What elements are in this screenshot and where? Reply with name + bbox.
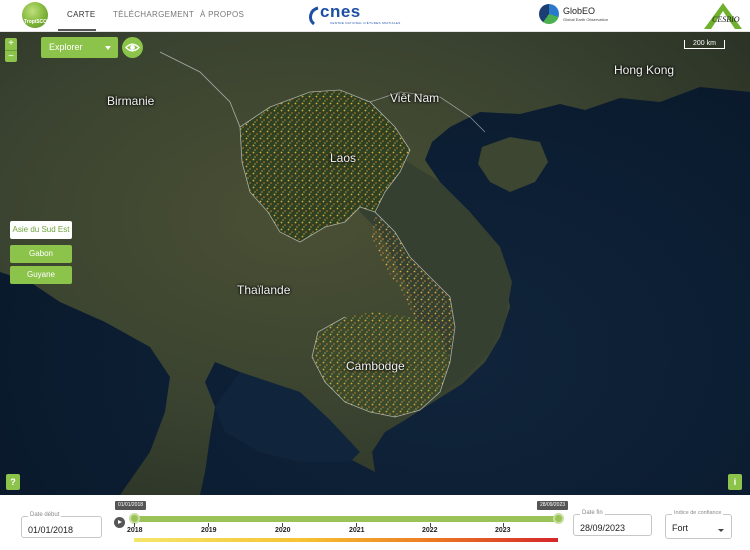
label-birmanie: Birmanie <box>107 94 155 108</box>
scale-bar: 200 km <box>684 40 725 49</box>
layer-select-value: Explorer <box>49 42 83 52</box>
zoom-control: + − <box>5 38 17 62</box>
globeo-globe-icon <box>539 4 559 24</box>
top-bar: TropiSCO CARTE TÉLÉCHARGEMENT À PROPOS c… <box>0 0 750 32</box>
info-button[interactable]: i <box>728 474 742 490</box>
start-date-value: 01/01/2018 <box>28 525 74 535</box>
eye-icon <box>125 43 140 52</box>
end-date-field[interactable]: Date fin 28/09/2023 <box>573 510 652 536</box>
year-label: 2021 <box>349 527 365 534</box>
layer-select-dropdown[interactable]: Explorer <box>41 37 118 58</box>
end-date-label: Date fin <box>580 510 605 516</box>
hainan-island <box>478 137 548 192</box>
nav-carte[interactable]: CARTE <box>67 10 95 19</box>
confidence-label: Indice de confiance <box>672 510 724 516</box>
cnes-swoosh-icon <box>309 6 319 26</box>
play-button[interactable] <box>114 517 125 528</box>
region-asie-sud-est-button[interactable]: Asie du Sud Est <box>10 221 72 239</box>
year-label: 2020 <box>275 527 291 534</box>
cnes-logo-text: cnes <box>320 2 361 21</box>
label-laos: Laos <box>330 151 357 165</box>
year-label: 2019 <box>201 527 217 534</box>
nav-telechargement[interactable]: TÉLÉCHARGEMENT <box>113 10 194 19</box>
year-label: 2023 <box>495 527 511 534</box>
end-date-value: 28/09/2023 <box>580 523 626 533</box>
label-thailande: Thaïlande <box>237 283 291 297</box>
label-vietnam: Viêt Nam <box>390 91 440 105</box>
nav-a-propos[interactable]: À PROPOS <box>200 10 244 19</box>
start-date-field[interactable]: Date début 01/01/2018 <box>21 512 102 538</box>
tropisco-logo-text: TropiSCO <box>24 19 48 25</box>
confidence-color-ramp <box>134 538 558 542</box>
confidence-select[interactable]: Indice de confiance Fort <box>665 510 732 539</box>
confidence-value: Fort <box>672 523 689 533</box>
map-view[interactable]: Birmanie Viêt Nam Hong Kong Laos Thaïlan… <box>0 32 750 495</box>
end-handle[interactable] <box>553 513 564 524</box>
region-guyane-button[interactable]: Guyane <box>10 266 72 284</box>
timeline-track[interactable] <box>134 516 558 522</box>
region-gabon-button[interactable]: Gabon <box>10 245 72 263</box>
zoom-out-button[interactable]: − <box>5 50 17 62</box>
start-handle-tooltip: 01/01/2018 <box>115 501 147 510</box>
cesbio-logo-text: CESBIO <box>712 15 740 24</box>
chevron-down-icon <box>718 529 724 532</box>
zoom-in-button[interactable]: + <box>5 38 17 50</box>
help-button[interactable]: ? <box>6 474 20 490</box>
label-hongkong: Hong Kong <box>614 63 675 77</box>
cnes-logo-subtitle: CENTRE NATIONAL D'ÉTUDES SPATIALES <box>330 21 401 25</box>
chevron-down-icon <box>105 46 111 50</box>
label-cambodge: Cambodge <box>346 359 405 373</box>
year-label: 2018 <box>127 527 143 534</box>
year-label: 2022 <box>422 527 438 534</box>
visibility-toggle-button[interactable] <box>122 37 143 58</box>
start-date-label: Date début <box>28 512 62 518</box>
globeo-logo-subtitle: Global Earth Observation <box>563 17 608 22</box>
nav-active-underline <box>58 29 96 31</box>
globeo-logo-text: GlobEO <box>563 6 596 16</box>
end-handle-tooltip: 28/09/2023 <box>537 501 569 510</box>
